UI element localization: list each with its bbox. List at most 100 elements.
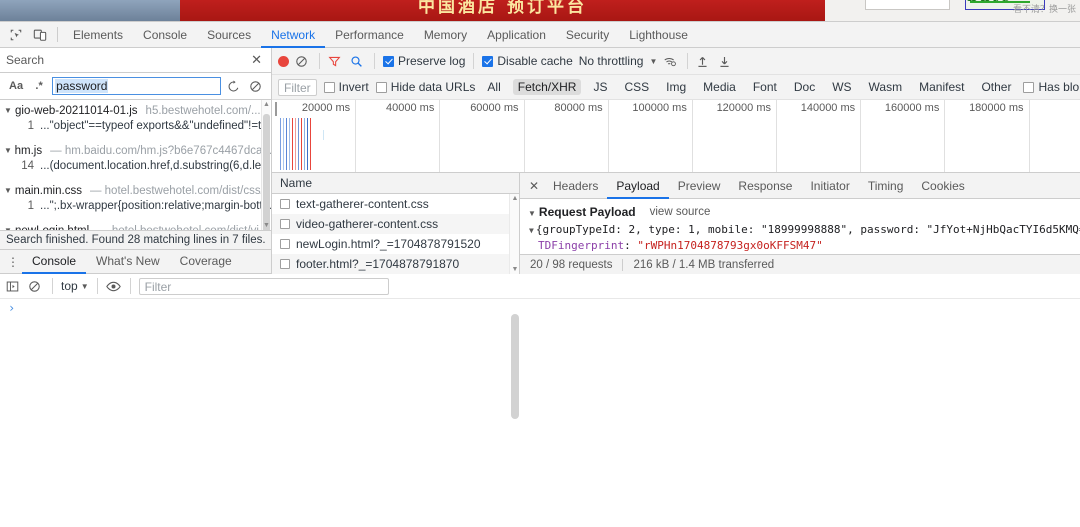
close-icon[interactable]: ✕ xyxy=(248,52,265,68)
panel-tab-application[interactable]: Application xyxy=(477,22,556,48)
panel-tab-memory[interactable]: Memory xyxy=(414,22,477,48)
invert-checkbox[interactable]: Invert xyxy=(323,80,369,94)
chevron-down-icon[interactable]: ▼ xyxy=(4,226,15,230)
scroll-down-arrow-icon[interactable]: ▼ xyxy=(511,266,519,273)
detail-tab-preview[interactable]: Preview xyxy=(669,173,730,199)
filter-type-font[interactable]: Font xyxy=(748,79,782,95)
request-list-scrollbar[interactable]: ▲ ▼ xyxy=(509,194,519,419)
filter-type-other[interactable]: Other xyxy=(976,79,1016,95)
drawer-tab-coverage[interactable]: Coverage xyxy=(170,249,242,274)
scroll-down-arrow-icon[interactable]: ▼ xyxy=(263,222,270,229)
disable-cache-checkbox[interactable]: Disable cache xyxy=(482,54,573,68)
search-result-file[interactable]: ▼ main.min.css — hotel.bestwehotel.com/dis… xyxy=(0,182,271,199)
payload-summary-line[interactable]: ▼ {groupTypeId: 2, type: 1, mobile: "1899… xyxy=(528,222,1080,238)
chevron-down-icon[interactable]: ▼ xyxy=(649,57,657,66)
search-result-line[interactable]: 14 ...(document.location.href,d.substring… xyxy=(0,159,271,176)
record-stop-icon[interactable] xyxy=(278,55,289,67)
filter-type-all[interactable]: All xyxy=(482,79,505,95)
filter-type-media[interactable]: Media xyxy=(698,79,741,95)
panel-tab-elements[interactable]: Elements xyxy=(63,22,133,48)
detail-tab-cookies[interactable]: Cookies xyxy=(912,173,973,199)
regex-button[interactable]: .* xyxy=(32,79,46,93)
request-rows[interactable]: text-gatherer-content.css video-gatherer-… xyxy=(272,194,519,274)
view-source-link[interactable]: view source xyxy=(650,206,711,218)
chevron-down-icon[interactable]: ▼ xyxy=(529,226,534,235)
console-output[interactable]: › xyxy=(0,299,1080,527)
live-expression-icon[interactable] xyxy=(105,280,122,293)
preserve-log-checkbox[interactable]: Preserve log xyxy=(383,54,465,68)
filter-icon[interactable] xyxy=(328,55,344,68)
panel-tab-sources[interactable]: Sources xyxy=(197,22,261,48)
search-result-file[interactable]: ▼ hm.js — hm.baidu.com/hm.js?b6e767c4467dc… xyxy=(0,142,271,159)
hide-data-urls-checkbox[interactable]: Hide data URLs xyxy=(375,80,475,94)
search-icon[interactable] xyxy=(350,55,366,68)
request-row[interactable]: video-gatherer-content.css xyxy=(272,214,519,234)
more-options-icon[interactable]: ⋮ xyxy=(4,255,22,269)
network-overview-timeline[interactable]: 20000 ms 40000 ms 60000 ms 80000 ms 100000 m… xyxy=(272,100,1080,173)
search-result-line[interactable]: 1 ...";.bx-wrapper{position:relative;marg… xyxy=(0,199,271,216)
throttling-select[interactable]: No throttling xyxy=(579,54,644,68)
drawer-tab-whats-new[interactable]: What's New xyxy=(86,249,170,274)
clear-icon[interactable] xyxy=(295,55,311,68)
search-input[interactable]: password xyxy=(52,77,221,95)
inspect-element-icon[interactable] xyxy=(4,24,28,46)
console-filter-input[interactable]: Filter xyxy=(138,277,389,295)
console-prompt[interactable]: › xyxy=(8,301,1080,315)
wifi-settings-icon[interactable] xyxy=(663,55,679,68)
import-har-icon[interactable] xyxy=(696,55,712,68)
payload-entry[interactable]: TDFingerprint: "rWPHn1704878793gx0oKFFSM… xyxy=(528,238,1080,254)
detail-tab-response[interactable]: Response xyxy=(729,173,801,199)
console-context-select[interactable]: top ▼ xyxy=(61,279,89,293)
chevron-down-icon[interactable]: ▼ xyxy=(4,106,15,115)
close-icon[interactable]: ✕ xyxy=(524,179,544,193)
export-har-icon[interactable] xyxy=(718,55,734,68)
request-detail-pane: ✕ Headers Payload Preview Response Initi… xyxy=(520,173,1080,274)
scroll-up-arrow-icon[interactable]: ▲ xyxy=(263,101,270,108)
request-row[interactable]: newLogin.html?_=1704878791520 xyxy=(272,234,519,254)
search-result-file[interactable]: ▼newLogin.html— hotel.bestwehotel.com/di… xyxy=(0,222,271,231)
clear-console-icon[interactable] xyxy=(28,280,44,293)
filter-type-js[interactable]: JS xyxy=(588,79,612,95)
filter-type-fetch-xhr[interactable]: Fetch/XHR xyxy=(512,79,582,95)
toolbar-divider xyxy=(319,53,320,69)
detail-tab-initiator[interactable]: Initiator xyxy=(801,173,858,199)
detail-tab-timing[interactable]: Timing xyxy=(859,173,913,199)
match-case-button[interactable]: Aa xyxy=(6,79,26,93)
filter-type-img[interactable]: Img xyxy=(661,79,691,95)
filter-type-wasm[interactable]: Wasm xyxy=(864,79,908,95)
search-results[interactable]: ▼ gio-web-20211014-01.js h5.bestwehotel.co… xyxy=(0,100,271,230)
captcha-refresh-label[interactable]: 看不清？换一张 xyxy=(1013,2,1076,15)
chevron-down-icon[interactable]: ▼ xyxy=(528,209,536,218)
panel-tab-security[interactable]: Security xyxy=(556,22,619,48)
scroll-up-arrow-icon[interactable]: ▲ xyxy=(511,195,519,202)
filter-type-manifest[interactable]: Manifest xyxy=(914,79,969,95)
chevron-down-icon[interactable]: ▼ xyxy=(4,186,15,195)
scrollbar-thumb[interactable] xyxy=(511,314,519,419)
payload-section-header[interactable]: ▼ Request Payload view source xyxy=(528,205,1080,219)
filter-type-css[interactable]: CSS xyxy=(619,79,654,95)
request-list-header[interactable]: Name xyxy=(272,173,519,194)
has-blocked-checkbox[interactable]: Has blo xyxy=(1023,80,1079,94)
search-result-line[interactable]: 1 ..."object"==typeof exports&&"undefined… xyxy=(0,119,271,136)
panel-tab-performance[interactable]: Performance xyxy=(325,22,414,48)
detail-tab-headers[interactable]: Headers xyxy=(544,173,607,199)
filter-type-ws[interactable]: WS xyxy=(827,79,856,95)
panel-tab-console[interactable]: Console xyxy=(133,22,197,48)
search-result-file[interactable]: ▼ gio-web-20211014-01.js h5.bestwehotel.co… xyxy=(0,102,271,119)
scrollbar-thumb[interactable] xyxy=(263,114,270,230)
drawer-tab-console[interactable]: Console xyxy=(22,249,86,274)
device-toolbar-icon[interactable] xyxy=(28,24,52,46)
captcha-input[interactable]: batc xyxy=(865,0,950,10)
search-results-scrollbar[interactable]: ▲ ▼ xyxy=(261,100,270,230)
refresh-icon[interactable] xyxy=(227,79,243,93)
chevron-down-icon[interactable]: ▼ xyxy=(4,146,15,155)
filter-type-doc[interactable]: Doc xyxy=(789,79,820,95)
network-filter-input[interactable]: Filter xyxy=(278,78,317,96)
request-row[interactable]: text-gatherer-content.css xyxy=(272,194,519,214)
console-sidebar-icon[interactable] xyxy=(6,280,22,293)
panel-tab-network[interactable]: Network xyxy=(261,22,325,48)
detail-tab-payload[interactable]: Payload xyxy=(607,173,668,199)
request-row[interactable]: footer.html?_=1704878791870 xyxy=(272,254,519,274)
panel-tab-lighthouse[interactable]: Lighthouse xyxy=(619,22,698,48)
clear-icon[interactable] xyxy=(249,80,265,93)
